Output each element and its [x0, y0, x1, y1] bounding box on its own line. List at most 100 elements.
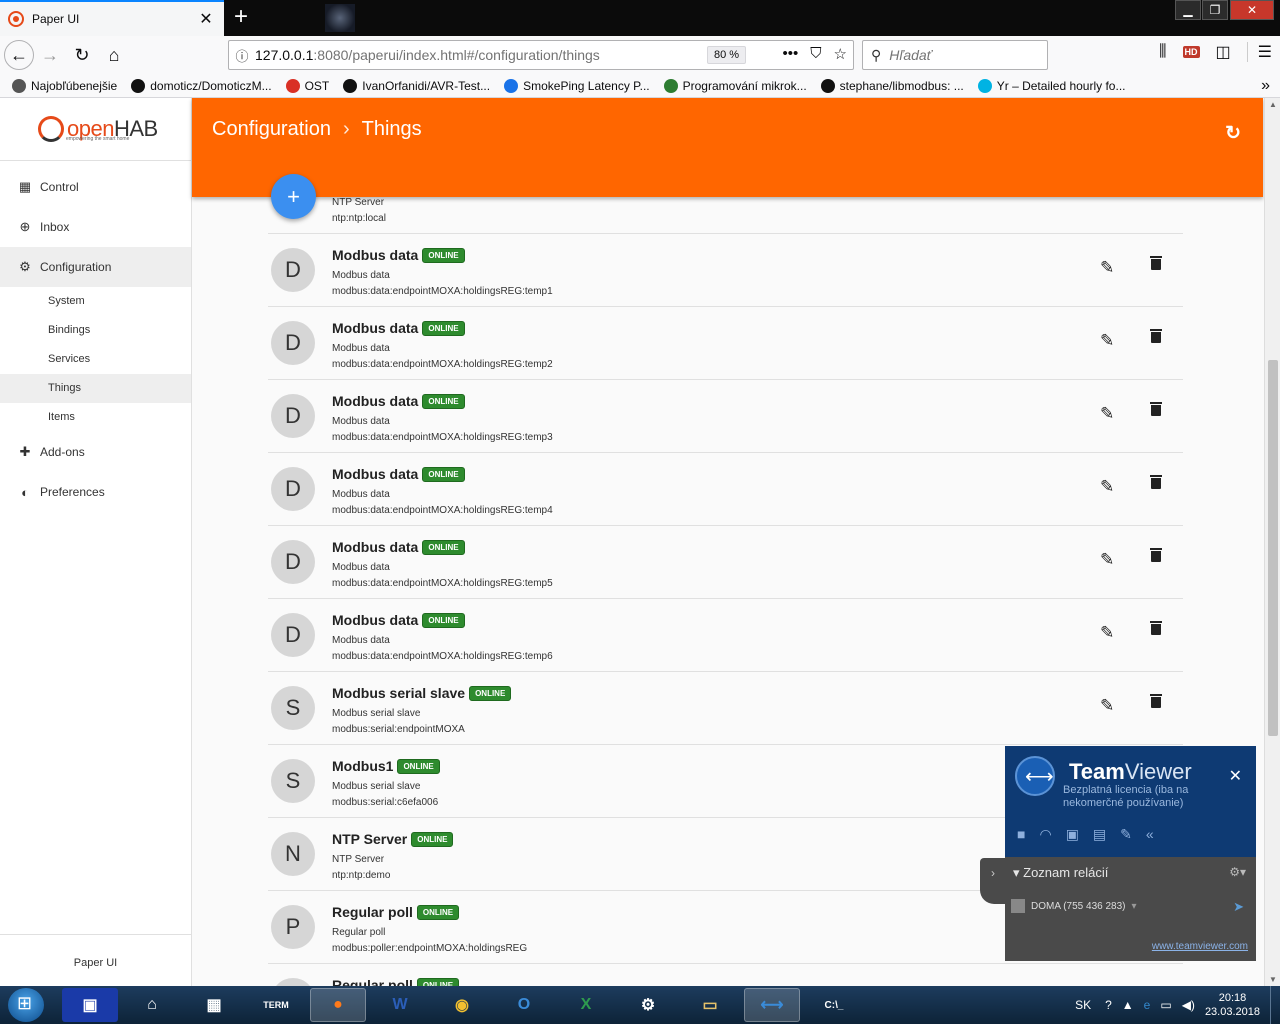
edit-pencil-icon[interactable]: ✎ [1100, 258, 1114, 278]
scroll-up-icon[interactable]: ▲ [1265, 100, 1280, 109]
taskbar-teamviewer-icon[interactable]: ⟷ [744, 988, 800, 1022]
sidebar-item-add-ons[interactable]: ✚ Add-ons [0, 432, 191, 472]
delete-trash-icon[interactable] [1150, 548, 1162, 562]
delete-trash-icon[interactable] [1150, 402, 1162, 416]
thing-name[interactable]: Modbus data [332, 393, 418, 409]
list-item[interactable]: S Modbus serial slave ONLINE Modbus serial … [268, 672, 1183, 745]
session-dropdown-icon[interactable]: ▾ [1132, 901, 1137, 912]
edit-pencil-icon[interactable]: ✎ [1100, 477, 1114, 497]
taskbar-save-app-icon[interactable]: ▣ [62, 988, 118, 1022]
start-button[interactable] [8, 988, 44, 1022]
teamviewer-collapse-handle[interactable]: › [980, 858, 1006, 904]
breadcrumb-configuration[interactable]: Configuration [212, 118, 331, 141]
taskbar-word-icon[interactable]: W [372, 988, 428, 1022]
zoom-indicator[interactable]: 80 % [707, 46, 747, 64]
taskbar-chrome-icon[interactable]: ◉ [434, 988, 490, 1022]
language-indicator[interactable]: SK [1075, 998, 1091, 1012]
forward-button[interactable]: → [34, 39, 66, 71]
sidebar-item-inbox[interactable]: ⊕ Inbox [0, 207, 191, 247]
sidebar-subitem-system[interactable]: System [0, 287, 191, 316]
thing-name[interactable]: Regular poll [332, 904, 413, 920]
scrollbar-thumb[interactable] [1268, 360, 1278, 736]
sidebar-subitem-services[interactable]: Services [0, 345, 191, 374]
show-desktop-button[interactable] [1270, 986, 1280, 1024]
home-button[interactable]: ⌂ [98, 39, 130, 71]
taskbar-explorer-icon[interactable]: ▭ [682, 988, 738, 1022]
pocket-icon[interactable]: ⛉ [810, 45, 821, 63]
refresh-button[interactable]: ↻ [1225, 122, 1241, 145]
taskbar-settings-app-icon[interactable]: ⚙ [620, 988, 676, 1022]
url-bar[interactable]: ⓘ 127.0.0.1:8080/paperui/index.html#/con… [228, 40, 854, 70]
back-button[interactable]: ← [4, 40, 34, 70]
bookmark-item[interactable]: Programování mikrok... [663, 78, 807, 93]
teamviewer-gear-icon[interactable]: ⚙▾ [1229, 865, 1246, 879]
list-item[interactable]: D Modbus data ONLINE Modbus data modbus:data… [268, 380, 1183, 453]
sidebar-item-configuration[interactable]: ⚙ Configuration [0, 247, 191, 287]
edit-pencil-icon[interactable]: ✎ [1100, 331, 1114, 351]
bookmark-star-icon[interactable]: ☆ [834, 45, 847, 63]
list-item[interactable]: D Modbus data ONLINE Modbus data modbus:data… [268, 599, 1183, 672]
video-icon[interactable]: ■ [1017, 826, 1025, 843]
edit-pencil-icon[interactable]: ✎ [1100, 550, 1114, 570]
new-tab-button[interactable]: + [230, 4, 252, 30]
sidebar-item-preferences[interactable]: ◐ Preferences [0, 472, 191, 512]
thing-name[interactable]: Regular poll [332, 977, 413, 986]
taskbar-term-icon[interactable]: TERM [248, 988, 304, 1022]
thing-name[interactable]: Modbus data [332, 466, 418, 482]
library-icon[interactable]: ⫼ [1159, 43, 1166, 61]
teamviewer-close-button[interactable]: ✕ [1229, 766, 1242, 786]
sidebar-subitem-things[interactable]: Things [0, 374, 191, 403]
delete-trash-icon[interactable] [1150, 475, 1162, 489]
list-item-partial[interactable]: NTP Server ntp:ntp:local [268, 197, 1183, 234]
delete-trash-icon[interactable] [1150, 256, 1162, 270]
network-icon[interactable]: ▭ [1160, 998, 1171, 1012]
taskbar-calculator-icon[interactable]: ▦ [186, 988, 242, 1022]
bookmark-item[interactable]: SmokePing Latency P... [504, 78, 650, 93]
list-item[interactable]: P Regular pollONLINE [268, 964, 1183, 986]
add-thing-button[interactable]: + [271, 174, 316, 219]
delete-trash-icon[interactable] [1150, 329, 1162, 343]
edit-pencil-icon[interactable]: ✎ [1100, 696, 1114, 716]
chat-icon[interactable]: ▣ [1066, 826, 1079, 843]
delete-trash-icon[interactable] [1150, 694, 1162, 708]
thing-name[interactable]: Modbus data [332, 539, 418, 555]
bookmark-item[interactable]: stephane/libmodbus: ... [820, 78, 964, 93]
thing-name[interactable]: Modbus data [332, 247, 418, 263]
sidebar-item-control[interactable]: ▦ Control [0, 167, 191, 207]
site-info-icon[interactable]: ⓘ [229, 46, 255, 65]
taskbar-excel-icon[interactable]: X [558, 988, 614, 1022]
bookmark-item[interactable]: OST [285, 78, 329, 93]
headset-icon[interactable]: ◠ [1039, 826, 1051, 843]
collapse-icon[interactable]: « [1146, 826, 1154, 843]
sidebar-subitem-bindings[interactable]: Bindings [0, 316, 191, 345]
restore-window-button[interactable]: ❐ [1202, 0, 1228, 20]
session-row[interactable]: DOMA (755 436 283) ▾ ➤ [1011, 895, 1250, 917]
browser-tab[interactable]: Paper UI ✕ [0, 0, 224, 36]
bookmarks-overflow-icon[interactable]: » [1261, 77, 1270, 95]
bookmark-item[interactable]: IvanOrfanidi/AVR-Test... [343, 78, 490, 93]
volume-icon[interactable]: ◀) [1182, 998, 1195, 1012]
bookmark-item[interactable]: Najobľúbenejšie [12, 78, 117, 93]
taskbar-cmd-icon[interactable]: C:\_ [806, 988, 862, 1022]
search-input[interactable]: ⚲ Hľadať [862, 40, 1048, 70]
sidebar-subitem-items[interactable]: Items [0, 403, 191, 432]
thing-name[interactable]: Modbus data [332, 320, 418, 336]
list-item[interactable]: D Modbus data ONLINE Modbus data modbus:data… [268, 526, 1183, 599]
page-actions-icon[interactable]: ••• [783, 45, 799, 63]
tray-expand-icon[interactable]: ▲ [1122, 998, 1134, 1012]
teamviewer-link[interactable]: www.teamviewer.com [1152, 941, 1248, 952]
list-item[interactable]: D Modbus data ONLINE Modbus data modbus:data… [268, 307, 1183, 380]
thing-name[interactable]: Modbus1 [332, 758, 393, 774]
edit-pencil-icon[interactable]: ✎ [1100, 404, 1114, 424]
tab-close-button[interactable]: ✕ [196, 9, 216, 29]
reload-button[interactable]: ↻ [66, 39, 98, 71]
page-scrollbar[interactable]: ▲ ▼ [1264, 98, 1280, 986]
thing-name[interactable]: NTP Server [332, 831, 407, 847]
list-item[interactable]: D Modbus data ONLINE Modbus data modbus:data… [268, 234, 1183, 307]
menu-icon[interactable]: ☰ [1246, 42, 1272, 62]
bookmark-item[interactable]: domoticz/DomoticzM... [131, 78, 272, 93]
scroll-down-icon[interactable]: ▼ [1265, 975, 1280, 984]
thing-name[interactable]: Modbus data [332, 612, 418, 628]
close-window-button[interactable]: ✕ [1230, 0, 1274, 20]
list-item[interactable]: D Modbus data ONLINE Modbus data modbus:data… [268, 453, 1183, 526]
